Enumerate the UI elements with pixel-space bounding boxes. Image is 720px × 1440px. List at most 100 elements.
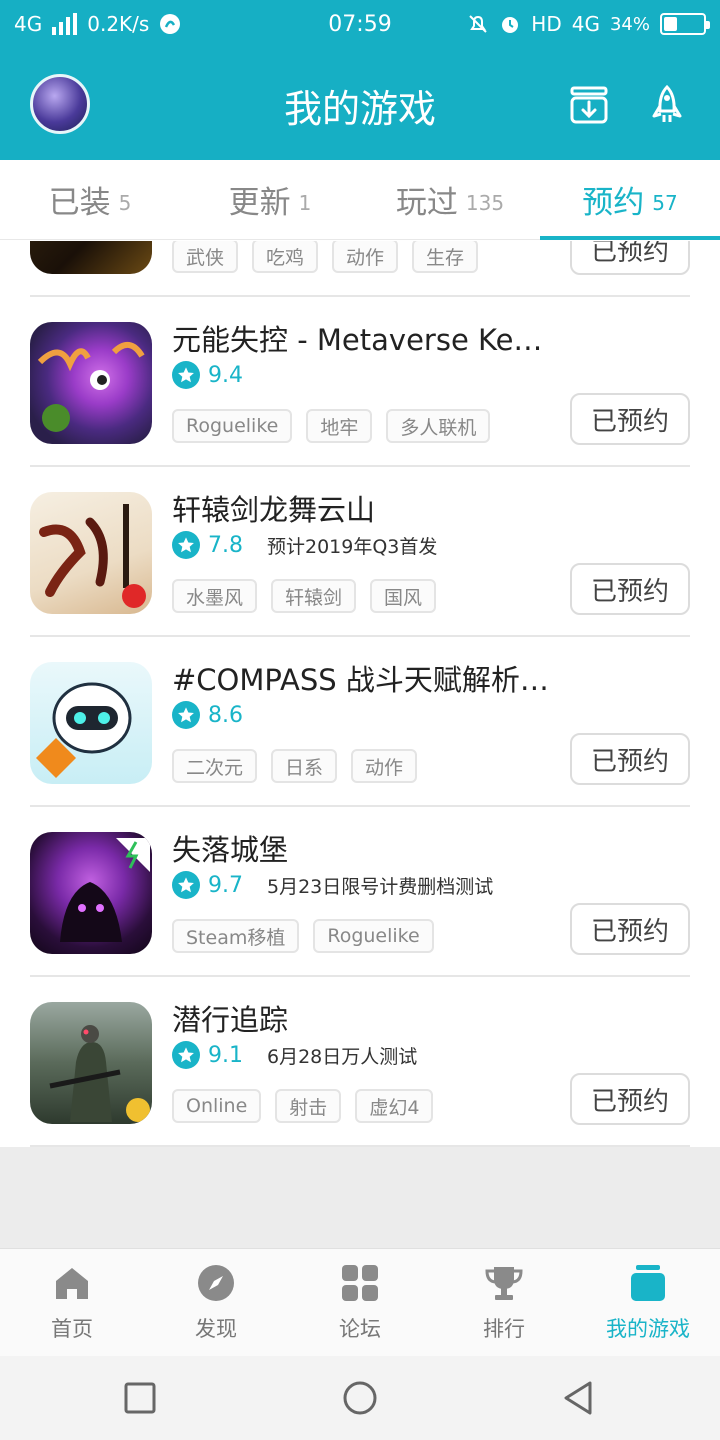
home-circle-icon[interactable]	[342, 1380, 378, 1416]
game-tag: 国风	[370, 579, 437, 613]
game-rating: 9.7 5月23日限号计费删档测试	[172, 871, 493, 899]
game-rating: 8.6	[172, 701, 243, 729]
game-list-item[interactable]: 潜行追踪 9.1 6月28日万人测试 Online 射击 虚幻4 已预约	[0, 977, 720, 1147]
game-name: 潜行追踪	[172, 1003, 289, 1037]
nav-label: 排行	[483, 1316, 525, 1341]
robot-character-game-icon	[30, 662, 152, 784]
game-list-item[interactable]: #COMPASS 战斗天赋解析系统 8.6 二次元 日系 动作 已预约	[0, 637, 720, 807]
network-speed: 0.2K/s	[87, 12, 150, 36]
hd-indicator: HD	[531, 12, 562, 36]
trophy-icon	[485, 1266, 523, 1300]
tab-played[interactable]: 玩过 135	[360, 160, 540, 239]
download-manager-icon[interactable]	[568, 84, 610, 126]
signal-icon	[52, 13, 78, 35]
release-note: 5月23日限号计费删档测试	[267, 875, 494, 898]
tab-count: 5	[118, 190, 132, 215]
lost-castle-game-icon	[30, 832, 152, 954]
nav-discover[interactable]: 发现	[144, 1249, 288, 1356]
game-tag: 轩辕剑	[271, 579, 357, 613]
game-tag: Steam移植	[172, 919, 300, 953]
game-tag: 生存	[412, 241, 479, 273]
reserved-games-list: 武侠 吃鸡 动作 生存 已预约 元能失控 - Metaverse Keeper …	[0, 241, 720, 1147]
game-tag: 水墨风	[172, 579, 258, 613]
game-rating: 9.1 6月28日万人测试	[172, 1041, 417, 1069]
game-score: 9.4	[208, 362, 243, 388]
game-list-item[interactable]: 武侠 吃鸡 动作 生存 已预约	[0, 241, 720, 297]
reserved-button[interactable]: 已预约	[570, 1073, 690, 1125]
reserved-button[interactable]: 已预约	[570, 393, 690, 445]
game-list-item[interactable]: 轩辕剑龙舞云山 7.8 预计2019年Q3首发 水墨风 轩辕剑 国风 已预约	[0, 467, 720, 637]
game-name: #COMPASS 战斗天赋解析系统	[172, 663, 552, 697]
game-tag: 日系	[271, 749, 338, 783]
game-tag: 虚幻4	[355, 1089, 434, 1123]
tab-label: 预约	[582, 185, 645, 221]
compass-icon	[198, 1264, 234, 1301]
nav-ranking[interactable]: 排行	[432, 1249, 576, 1356]
game-name: 元能失控 - Metaverse Keeper	[172, 323, 552, 357]
nav-my-games[interactable]: 我的游戏	[576, 1249, 720, 1356]
forum-grid-icon	[342, 1264, 378, 1301]
game-tag: 吃鸡	[252, 241, 319, 273]
reserved-button[interactable]: 已预约	[570, 903, 690, 955]
release-note: 6月28日万人测试	[267, 1045, 418, 1068]
game-rating: 9.4	[172, 361, 243, 389]
network-type: 4G	[14, 12, 43, 36]
tab-label: 更新	[228, 185, 291, 221]
tab-label: 玩过	[395, 185, 458, 221]
mute-icon	[469, 15, 488, 33]
nav-label: 论坛	[339, 1316, 381, 1341]
star-icon	[172, 531, 200, 559]
status-right: HD 4G 34%	[467, 12, 710, 36]
home-icon	[56, 1267, 88, 1299]
tab-installed[interactable]: 已装 5	[0, 160, 180, 239]
list-footer-area	[0, 1147, 720, 1248]
bottom-nav: 首页 发现 论坛 排行 我的游戏	[0, 1248, 720, 1356]
tab-count: 1	[298, 190, 312, 215]
nav-forum[interactable]: 论坛	[288, 1249, 432, 1356]
clock: 07:59	[328, 11, 392, 37]
game-score: 7.8	[208, 532, 243, 558]
tab-reserved[interactable]: 预约 57	[540, 160, 720, 240]
rocket-icon[interactable]	[646, 84, 688, 126]
game-tags: Roguelike 地牢 多人联机	[172, 409, 491, 443]
game-tags: 水墨风 轩辕剑 国风	[172, 579, 437, 613]
game-rating: 7.8 预计2019年Q3首发	[172, 531, 437, 559]
game-name: 轩辕剑龙舞云山	[172, 493, 376, 527]
network-type-right: 4G	[571, 12, 600, 36]
tab-count: 135	[465, 190, 505, 215]
game-tag: Online	[172, 1089, 262, 1123]
game-tag: 武侠	[172, 241, 239, 273]
system-nav-bar	[0, 1356, 720, 1440]
game-score: 9.1	[208, 1042, 243, 1068]
status-bar: 4G 0.2K/s 07:59 HD 4G 34%	[0, 0, 720, 48]
nav-home[interactable]: 首页	[0, 1249, 144, 1356]
game-tag: Roguelike	[172, 409, 293, 443]
reserved-button[interactable]: 已预约	[570, 241, 690, 275]
nav-label: 我的游戏	[606, 1316, 690, 1341]
back-icon[interactable]	[560, 1380, 596, 1416]
release-note: 预计2019年Q3首发	[267, 535, 438, 558]
tab-updates[interactable]: 更新 1	[180, 160, 360, 239]
game-tags: Online 射击 虚幻4	[172, 1089, 434, 1123]
recent-apps-icon[interactable]	[122, 1380, 158, 1416]
nav-label: 首页	[51, 1316, 93, 1341]
game-tag: Roguelike	[313, 919, 434, 953]
game-tags: 武侠 吃鸡 动作 生存	[172, 241, 479, 273]
game-tag: 射击	[275, 1089, 342, 1123]
xuanyuan-sword-game-icon	[30, 492, 152, 614]
battery-icon	[660, 13, 710, 35]
reserved-button[interactable]: 已预约	[570, 733, 690, 785]
star-icon	[172, 1041, 200, 1069]
app-notification-icon	[160, 14, 181, 34]
game-list-item[interactable]: 元能失控 - Metaverse Keeper 9.4 Roguelike 地牢…	[0, 297, 720, 467]
alarm-icon	[502, 17, 519, 33]
game-tag: 二次元	[172, 749, 258, 783]
tab-label: 已装	[48, 185, 111, 221]
tab-bar: 已装 5 更新 1 玩过 135 预约 57	[0, 160, 720, 240]
game-list-item[interactable]: 失落城堡 9.7 5月23日限号计费删档测试 Steam移植 Roguelike…	[0, 807, 720, 977]
soldier-game-icon	[30, 1002, 152, 1124]
star-icon	[172, 361, 200, 389]
page-title: 我的游戏	[283, 87, 436, 131]
reserved-button[interactable]: 已预约	[570, 563, 690, 615]
battery-percent: 34%	[609, 13, 650, 35]
